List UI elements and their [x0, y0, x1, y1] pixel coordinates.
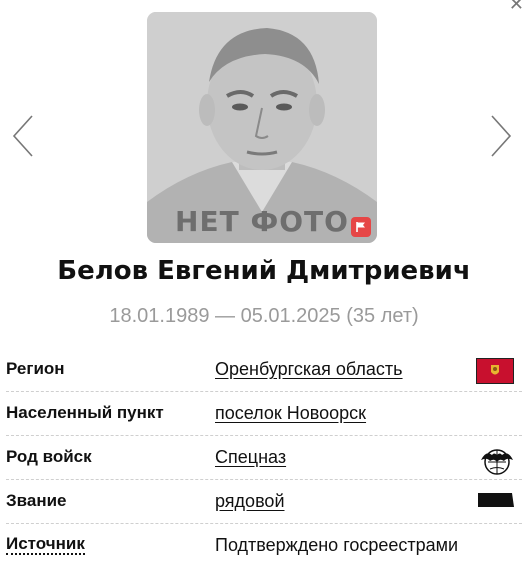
- settlement-link[interactable]: поселок Новоорск: [215, 403, 366, 424]
- details-table: Регион Оренбургская область Населенный п…: [6, 348, 522, 567]
- region-flag-icon: [476, 358, 514, 384]
- rank-link[interactable]: рядовой: [215, 491, 285, 512]
- chevron-left-icon[interactable]: [8, 112, 38, 160]
- settlement-row: Населенный пункт поселок Новоорск: [6, 392, 522, 436]
- chevron-right-icon[interactable]: [486, 112, 516, 160]
- report-button[interactable]: [351, 217, 371, 237]
- branch-link[interactable]: Спецназ: [215, 447, 286, 468]
- region-link[interactable]: Оренбургская область: [215, 359, 403, 380]
- rank-label: Звание: [6, 491, 67, 510]
- branch-label: Род войск: [6, 447, 92, 466]
- spetsnaz-emblem-icon: [481, 449, 513, 475]
- source-label[interactable]: Источник: [6, 535, 85, 555]
- close-icon[interactable]: ✕: [509, 0, 524, 15]
- person-name: Белов Евгений Дмитриевич: [57, 256, 471, 286]
- portrait-photo: НЕТ ФОТО: [147, 12, 377, 243]
- region-label: Регион: [6, 359, 65, 378]
- source-row: Источник Подтверждено госреестрами: [6, 524, 522, 567]
- branch-row: Род войск Спецназ: [6, 436, 522, 480]
- settlement-label: Населенный пункт: [6, 403, 164, 422]
- source-value: Подтверждено госреестрами: [215, 535, 459, 555]
- no-photo-label: НЕТ ФОТО: [175, 205, 349, 238]
- life-dates: 18.01.1989 — 05.01.2025 (35 лет): [109, 305, 419, 327]
- flag-icon: [356, 222, 365, 232]
- rank-row: Звание рядовой: [6, 480, 522, 524]
- region-row: Регион Оренбургская область: [6, 348, 522, 392]
- rank-insignia-icon: [478, 493, 514, 507]
